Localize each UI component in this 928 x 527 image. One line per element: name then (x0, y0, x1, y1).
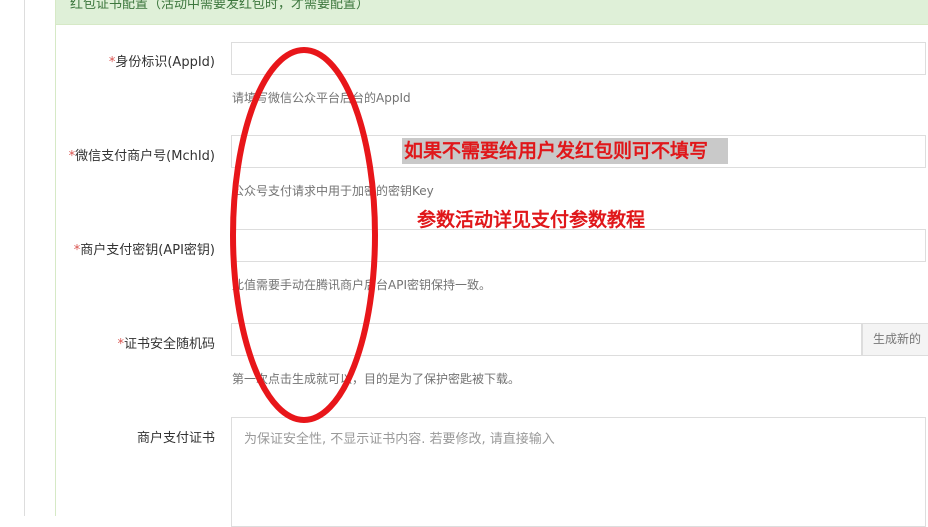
appid-help-text: 请填写微信公众平台后台的AppId (232, 91, 411, 105)
appid-input[interactable] (231, 42, 926, 75)
mchid-label: *微信支付商户号(MchId) (68, 149, 215, 164)
cert-textarea[interactable]: 为保证安全性, 不显示证书内容. 若要修改, 请直接输入 (231, 417, 926, 527)
apikey-label: *商户支付密钥(API密钥) (73, 243, 215, 258)
appid-label: *身份标识(AppId) (108, 55, 215, 70)
apikey-help-text: 此值需要手动在腾讯商户后台API密钥保持一致。 (232, 278, 491, 292)
random-code-help-text: 第一次点击生成就可以，目的是为了保护密匙被下载。 (232, 372, 521, 386)
random-code-label: *证书安全随机码 (117, 337, 215, 352)
annotation-optional-note: 如果不需要给用户发红包则可不填写 (402, 138, 729, 164)
cert-label: 商户支付证书 (136, 431, 215, 446)
cert-placeholder: 为保证安全性, 不显示证书内容. 若要修改, 请直接输入 (244, 432, 555, 447)
panel-heading: 红包证书配置（活动中需要发红包时，才需要配置） (56, 0, 928, 25)
annotation-tutorial-note: 参数活动详见支付参数教程 (417, 209, 646, 231)
random-code-input[interactable] (231, 323, 862, 356)
apikey-input[interactable] (231, 229, 926, 262)
panel-heading-text: 红包证书配置（活动中需要发红包时，才需要配置） (70, 0, 370, 12)
mchid-help-text: 公众号支付请求中用于加密的密钥Key (232, 184, 434, 198)
generate-random-code-button[interactable]: 生成新的 (862, 323, 928, 356)
left-gutter (0, 0, 25, 516)
